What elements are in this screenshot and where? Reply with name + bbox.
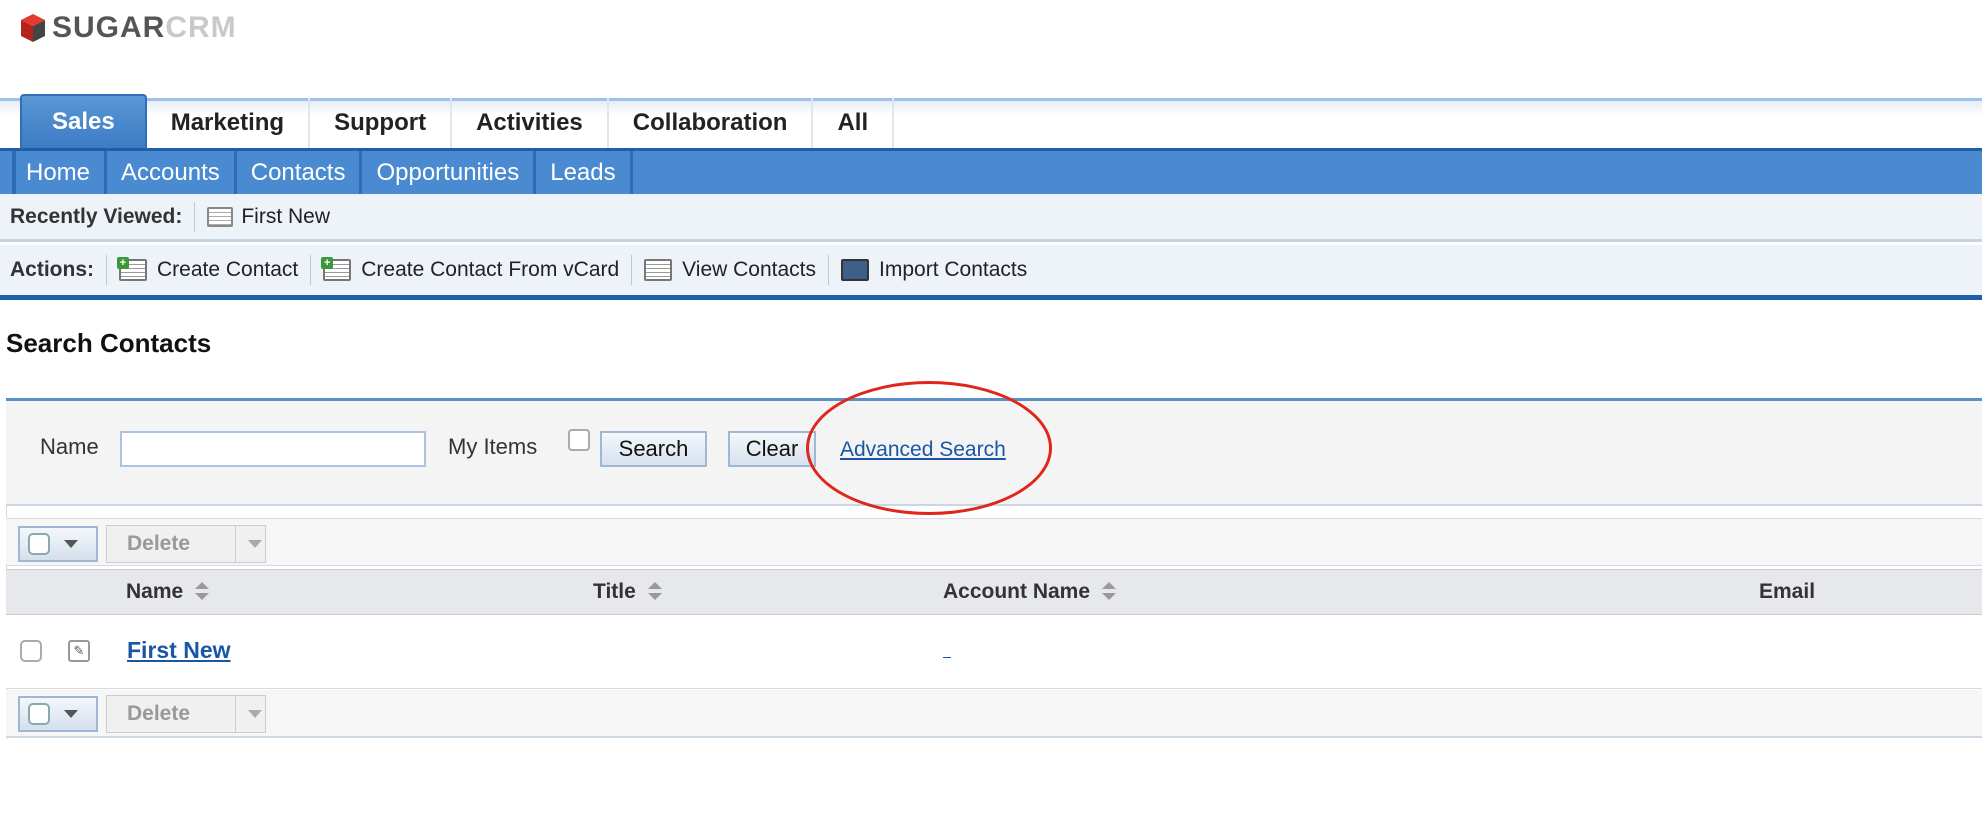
chevron-down-icon <box>64 540 78 548</box>
actions-bar: Actions: + Create Contact + Create Conta… <box>0 245 1982 300</box>
contact-card-icon <box>207 206 234 227</box>
sort-icon[interactable] <box>647 582 662 602</box>
page-title: Search Contacts <box>6 328 212 358</box>
select-all-dropdown[interactable] <box>18 696 98 732</box>
import-icon <box>841 259 870 281</box>
recent-item-label: First New <box>241 204 331 228</box>
my-items-label: My Items <box>448 434 538 459</box>
view-contacts-label: View Contacts <box>682 258 817 281</box>
delete-button[interactable]: Delete <box>106 525 266 563</box>
search-button[interactable]: Search <box>600 431 707 467</box>
delete-label: Delete <box>127 702 191 725</box>
account-name-link[interactable] <box>943 657 951 658</box>
recent-item-first-new[interactable]: First New <box>207 205 330 229</box>
delete-label: Delete <box>127 532 191 555</box>
select-all-checkbox[interactable] <box>28 533 50 555</box>
list-toolbar-bottom: Delete <box>6 690 1982 738</box>
subnav-opportunities[interactable]: Opportunities <box>362 151 537 194</box>
divider <box>106 255 107 285</box>
row-checkbox[interactable] <box>20 640 42 662</box>
create-contact-vcard-label: Create Contact From vCard <box>361 258 620 281</box>
my-items-checkbox[interactable] <box>568 429 590 451</box>
sub-navigation: Home Accounts Contacts Opportunities Lea… <box>0 148 1982 194</box>
import-contacts-action[interactable]: Import Contacts <box>841 258 1027 282</box>
tab-activities[interactable]: Activities <box>452 98 609 148</box>
tab-marketing[interactable]: Marketing <box>147 98 311 148</box>
tab-support[interactable]: Support <box>310 98 453 148</box>
create-contact-vcard-action[interactable]: + Create Contact From vCard <box>321 257 620 282</box>
list-toolbar-top: Delete <box>6 518 1982 566</box>
logo-text: SUGARCRM <box>52 11 237 44</box>
tab-collaboration[interactable]: Collaboration <box>609 98 814 148</box>
delete-button[interactable]: Delete <box>106 695 266 733</box>
divider <box>310 255 312 285</box>
logo-cube-icon <box>20 13 46 43</box>
sort-icon[interactable] <box>1102 582 1117 602</box>
subnav-accounts[interactable]: Accounts <box>107 151 237 194</box>
select-all-dropdown[interactable] <box>18 526 98 562</box>
actions-label: Actions: <box>10 258 94 281</box>
column-email[interactable]: Email <box>1759 580 1815 604</box>
list-header: Name Title Account Name Email <box>6 569 1982 615</box>
delete-dropdown[interactable] <box>235 526 262 562</box>
tab-all[interactable]: All <box>813 98 895 148</box>
create-contact-icon: + <box>117 257 147 281</box>
divider <box>631 255 633 285</box>
sort-icon[interactable] <box>195 582 210 602</box>
delete-dropdown[interactable] <box>235 696 262 732</box>
select-all-checkbox[interactable] <box>28 703 50 725</box>
view-contacts-action[interactable]: View Contacts <box>644 258 816 282</box>
recently-viewed-bar: Recently Viewed: First New <box>0 194 1982 242</box>
create-contact-action[interactable]: + Create Contact <box>117 257 299 282</box>
clear-button[interactable]: Clear <box>728 431 816 467</box>
subnav-leads[interactable]: Leads <box>536 151 633 194</box>
view-contacts-icon <box>644 259 673 281</box>
divider <box>828 255 830 285</box>
table-row: ✎ First New <box>6 615 1982 689</box>
tab-sales[interactable]: Sales <box>20 94 147 148</box>
chevron-down-icon <box>248 710 262 718</box>
column-account-name[interactable]: Account Name <box>943 580 1117 604</box>
module-tabs: Sales Marketing Support Activities Colla… <box>20 94 895 148</box>
import-contacts-label: Import Contacts <box>879 258 1028 281</box>
edit-pencil-icon[interactable]: ✎ <box>68 640 90 662</box>
sugarcrm-logo[interactable]: SUGARCRM <box>20 8 237 48</box>
create-contact-label: Create Contact <box>157 258 299 281</box>
chevron-down-icon <box>64 710 78 718</box>
contact-name-link[interactable]: First New <box>127 637 231 664</box>
divider <box>194 201 196 232</box>
subnav-contacts[interactable]: Contacts <box>237 151 363 194</box>
column-title[interactable]: Title <box>593 580 662 604</box>
recently-viewed-label: Recently Viewed: <box>10 204 183 228</box>
chevron-down-icon <box>248 540 262 548</box>
vcard-icon: + <box>321 257 352 281</box>
column-name[interactable]: Name <box>126 580 210 604</box>
subnav-home[interactable]: Home <box>12 151 108 194</box>
name-label: Name <box>40 434 99 459</box>
name-search-input[interactable] <box>120 431 426 467</box>
highlight-circle-annotation <box>806 381 1052 515</box>
